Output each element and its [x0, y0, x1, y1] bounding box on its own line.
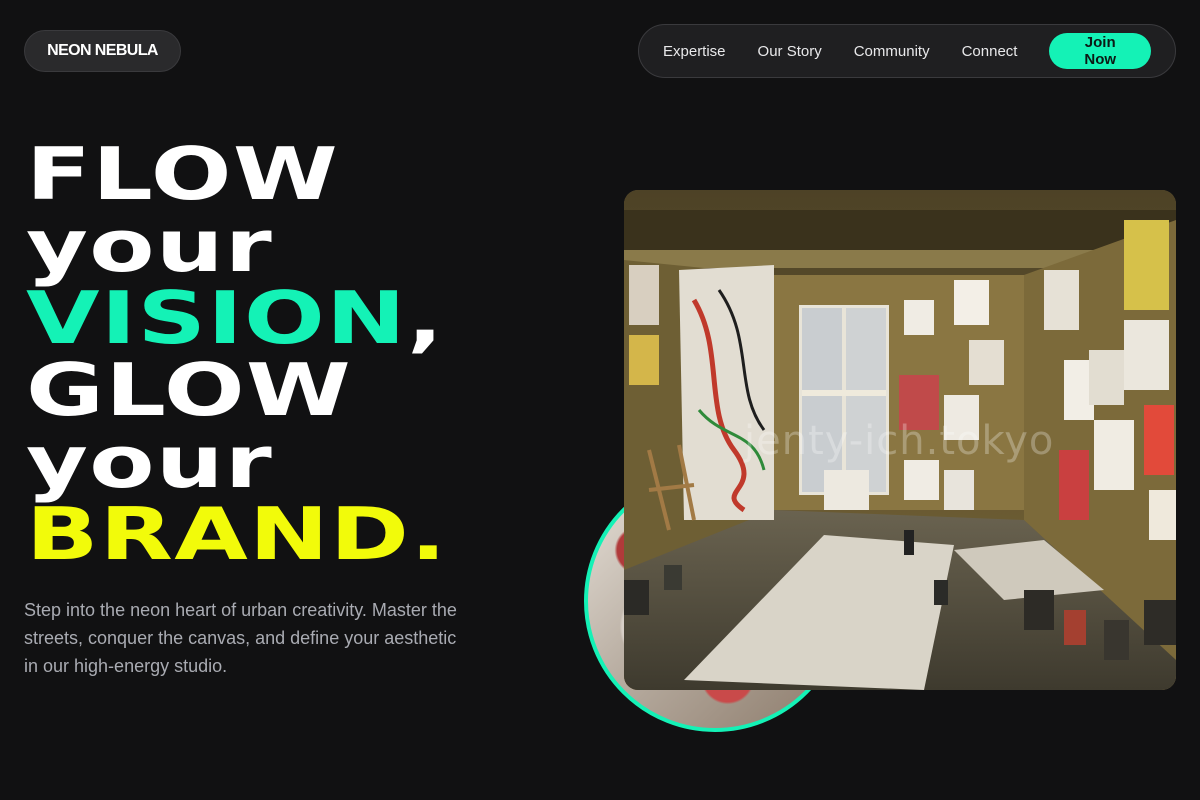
headline-line-5: your [26, 420, 274, 504]
nav-link-community[interactable]: Community [854, 43, 930, 60]
brand-name: NEON NEBULA [47, 42, 158, 59]
photo-watermark: jenty-ich.tokyo [744, 418, 1055, 464]
hero-description: Step into the neon heart of urban creati… [24, 600, 457, 676]
nav-link-connect[interactable]: Connect [962, 43, 1018, 60]
headline-line-1: FLOW [26, 132, 340, 216]
brand-logo[interactable]: NEON NEBULA [24, 30, 181, 72]
headline-line-3: VISION, [26, 282, 448, 354]
studio-photo: jenty-ich.tokyo [624, 190, 1176, 690]
headline-line-2: your [26, 204, 274, 288]
main-nav: Expertise Our Story Community Connect Jo… [638, 24, 1176, 78]
headline-comma: , [406, 276, 445, 360]
headline-line-4: GLOW [26, 348, 353, 432]
hero-headline: FLOW your VISION, GLOW your BRAND. [26, 138, 448, 570]
join-now-button[interactable]: Join Now [1049, 33, 1151, 69]
nav-link-expertise[interactable]: Expertise [663, 43, 726, 60]
nav-link-our-story[interactable]: Our Story [758, 43, 822, 60]
headline-line-6: BRAND. [26, 492, 448, 576]
landing-page: NEON NEBULA Expertise Our Story Communit… [0, 0, 1200, 800]
